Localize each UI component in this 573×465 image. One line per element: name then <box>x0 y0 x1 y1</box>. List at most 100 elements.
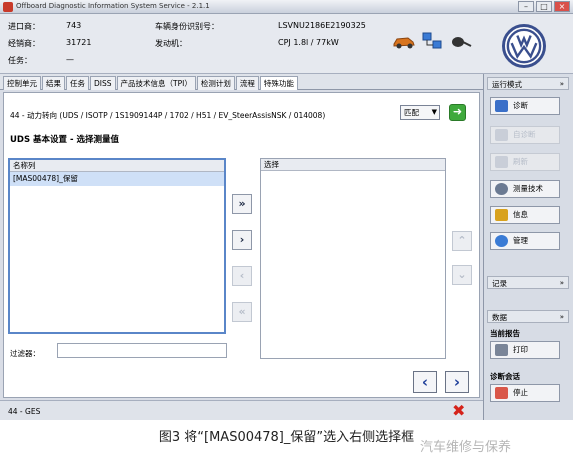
record-header[interactable]: 记录 » <box>487 276 569 289</box>
double-chevron-right-icon: » <box>238 197 246 210</box>
selected-list[interactable]: 选择 <box>260 158 446 359</box>
info-button[interactable]: 信息 <box>490 206 560 224</box>
window-title: Offboard Diagnostic Information System S… <box>16 2 210 10</box>
collapse-icon: » <box>559 279 564 287</box>
app-icon <box>3 2 13 12</box>
engine-value: CPJ 1.8l / 77kW <box>278 38 339 47</box>
printer-icon <box>495 344 508 356</box>
next-button[interactable]: › <box>445 371 469 393</box>
chevron-right-icon: › <box>453 373 461 391</box>
import-no-label: 进口商： <box>8 22 40 31</box>
move-up-button[interactable]: ⌃ <box>452 231 472 251</box>
double-chevron-left-icon: « <box>238 305 246 318</box>
dealer-no-value: 31721 <box>66 38 92 47</box>
print-label: 打印 <box>513 345 528 354</box>
tab-tpi[interactable]: 产品技术信息（TPI） <box>116 76 196 90</box>
move-down-button[interactable]: ⌄ <box>452 265 472 285</box>
tab-control-unit[interactable]: 控制单元 <box>3 76 41 90</box>
panel-title: UDS 基本设置 - 选择测量值 <box>10 135 119 145</box>
info-label: 信息 <box>513 210 528 219</box>
record-header-label: 记录 <box>492 279 507 288</box>
match-select-value: 匹配 <box>404 108 419 117</box>
stop-icon <box>495 387 508 399</box>
print-button[interactable]: 打印 <box>490 341 560 359</box>
breadcrumb: 44 - 动力转向 (UDS / ISOTP / 1S1909144P / 17… <box>10 111 326 120</box>
move-all-left-button[interactable]: « <box>232 302 252 322</box>
data-header-label: 数据 <box>492 313 507 322</box>
measurement-button[interactable]: 测量技术 <box>490 180 560 198</box>
chevron-left-icon: ‹ <box>421 373 429 391</box>
measurement-label: 测量技术 <box>513 184 543 193</box>
admin-label: 管理 <box>513 236 528 245</box>
previous-button[interactable]: ‹ <box>413 371 437 393</box>
move-left-button[interactable]: ‹ <box>232 266 252 286</box>
vw-logo-icon <box>502 24 546 68</box>
title-bar: Offboard Diagnostic Information System S… <box>0 0 573 14</box>
import-no-value: 743 <box>66 21 82 30</box>
go-button[interactable]: ➜ <box>449 104 466 121</box>
screenshot: Offboard Diagnostic Information System S… <box>0 0 573 420</box>
current-report-label: 当前报告 <box>490 329 520 338</box>
status-bar: 44 - GES ✖ <box>0 400 483 420</box>
collapse-icon: » <box>559 80 564 88</box>
chevron-up-icon: ⌃ <box>457 234 467 247</box>
task-value: — <box>66 55 74 64</box>
diagnosis-label: 诊断 <box>513 101 528 110</box>
self-diagnosis-icon <box>495 129 508 141</box>
connector-icon[interactable] <box>450 34 472 50</box>
tab-special-functions[interactable]: 特殊功能 <box>259 76 298 90</box>
move-all-right-button[interactable]: » <box>232 194 252 214</box>
vehicle-info-header: 进口商： 743 经销商： 31721 任务： — 车辆身份识别号： LSVNU… <box>0 14 573 74</box>
vin-value: LSVNU2186E2190325 <box>278 21 366 30</box>
status-text: 44 - GES <box>8 407 41 416</box>
chevron-left-icon: ‹ <box>239 269 245 282</box>
diag-session-label: 诊断会话 <box>490 372 520 381</box>
vin-label: 车辆身份识别号： <box>155 22 219 31</box>
diagnosis-icon <box>495 100 508 112</box>
list-header-select: 选择 <box>261 159 445 171</box>
car-icon[interactable] <box>392 34 416 50</box>
diagnosis-button[interactable]: 诊断 <box>490 97 560 115</box>
admin-button[interactable]: 管理 <box>490 232 560 250</box>
tab-process[interactable]: 流程 <box>235 76 259 90</box>
filter-label: 过滤器： <box>10 349 40 358</box>
filter-input[interactable] <box>57 343 227 358</box>
list-header-name: 名称列 <box>10 160 224 172</box>
right-sidebar: 运行模式 » 诊断 自诊断 刷新 测量技术 信息 管理 记录 » 数据 » 当前… <box>483 74 573 420</box>
list-item[interactable]: [MAS00478]_保留 <box>10 172 224 186</box>
engine-label: 发动机： <box>155 39 187 48</box>
globe-icon <box>495 235 508 247</box>
main-panel: 44 - 动力转向 (UDS / ISOTP / 1S1909144P / 17… <box>3 92 480 398</box>
tab-test-plan[interactable]: 检测计划 <box>196 76 235 90</box>
flash-button[interactable]: 刷新 <box>490 153 560 171</box>
match-select[interactable]: 匹配 ▼ <box>400 105 440 120</box>
tab-bar: 控制单元 结果 任务 DISS 产品技术信息（TPI） 检测计划 流程 特殊功能 <box>0 74 483 90</box>
watermark: 汽车维修与保养 <box>420 440 512 455</box>
mode-header[interactable]: 运行模式 » <box>487 77 569 90</box>
self-diagnosis-button[interactable]: 自诊断 <box>490 126 560 144</box>
tab-diss[interactable]: DISS <box>90 76 116 90</box>
available-list[interactable]: 名称列 [MAS00478]_保留 <box>8 158 226 334</box>
chevron-down-icon: ⌄ <box>457 268 467 281</box>
minimize-button[interactable]: – <box>518 1 534 12</box>
chevron-down-icon: ▼ <box>431 108 437 116</box>
flash-icon <box>495 156 508 168</box>
move-right-button[interactable]: › <box>232 230 252 250</box>
data-header[interactable]: 数据 » <box>487 310 569 323</box>
stop-button[interactable]: 停止 <box>490 384 560 402</box>
arrow-right-icon: ➜ <box>452 105 463 118</box>
stop-label: 停止 <box>513 388 528 397</box>
collapse-icon: » <box>559 313 564 321</box>
gauge-icon <box>495 183 508 195</box>
chevron-right-icon: › <box>239 233 245 246</box>
cancel-icon[interactable]: ✖ <box>452 403 465 419</box>
network-icon[interactable] <box>421 30 443 52</box>
self-diagnosis-label: 自诊断 <box>513 130 536 139</box>
tab-results[interactable]: 结果 <box>42 76 65 90</box>
maximize-button[interactable]: □ <box>536 1 552 12</box>
close-button[interactable]: × <box>554 1 570 12</box>
tab-tasks[interactable]: 任务 <box>66 76 89 90</box>
mode-header-label: 运行模式 <box>492 80 522 89</box>
window-controls: – □ × <box>518 1 570 12</box>
dealer-no-label: 经销商： <box>8 39 40 48</box>
